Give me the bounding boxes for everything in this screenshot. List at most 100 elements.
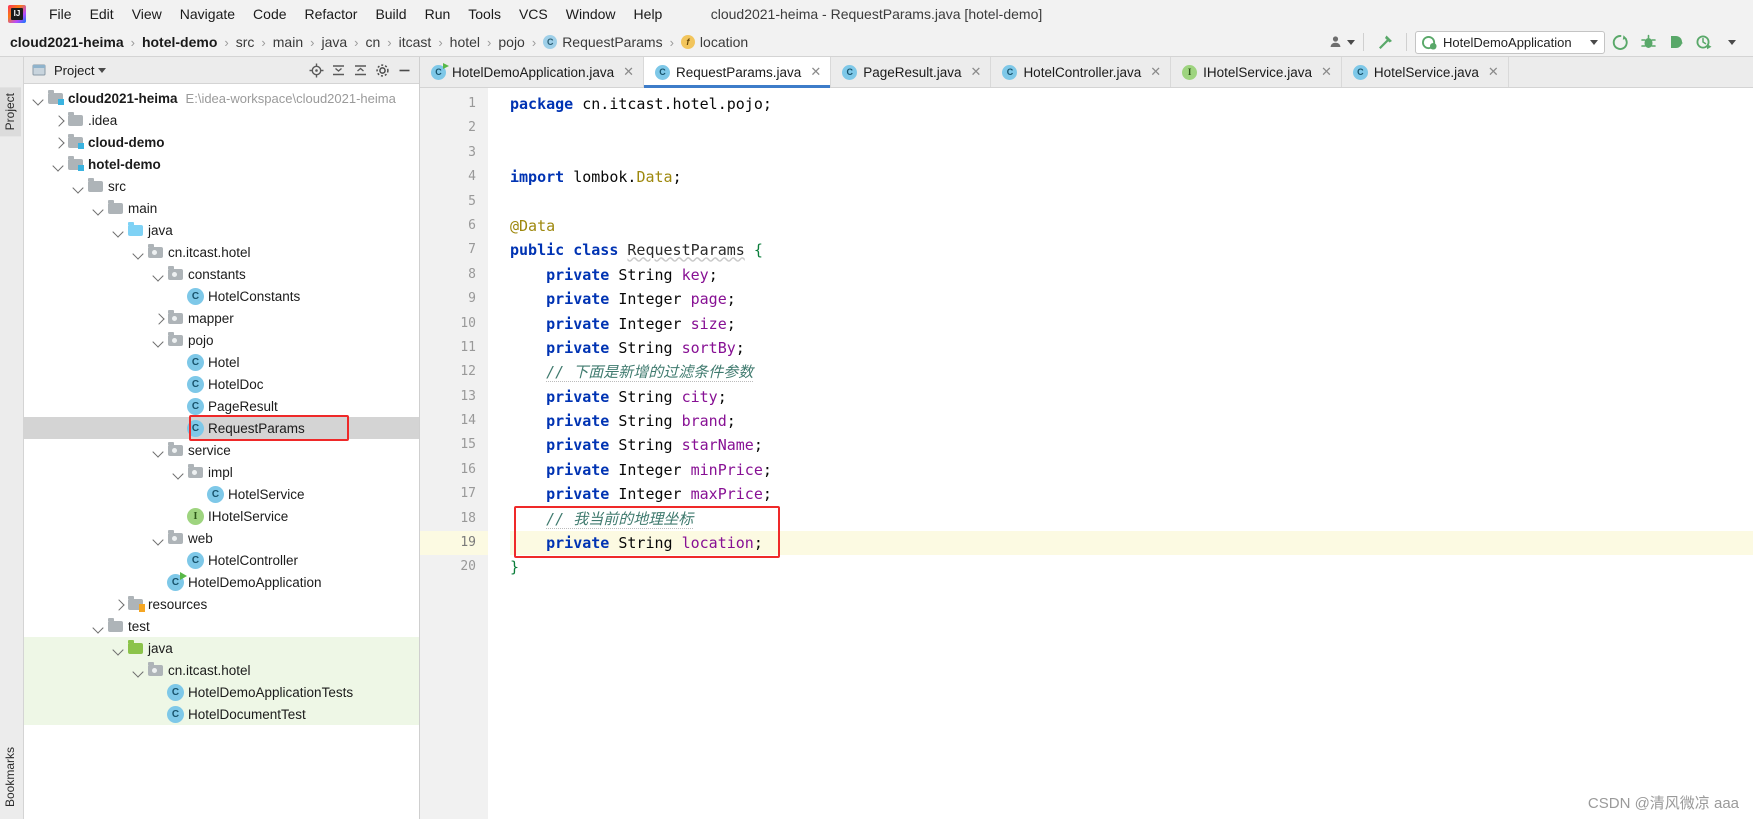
chevron-down-icon[interactable]	[132, 664, 145, 677]
menu-item-help[interactable]: Help	[625, 4, 672, 24]
run-with-coverage-icon[interactable]	[1663, 31, 1689, 53]
editor-tab-hoteldemoapplication-java[interactable]: C HotelDemoApplication.java ✕	[420, 57, 644, 87]
chevron-down-icon[interactable]	[152, 268, 165, 281]
code-line[interactable]: private Integer maxPrice;	[510, 482, 1753, 506]
close-icon[interactable]: ✕	[810, 64, 821, 80]
menu-item-file[interactable]: File	[40, 4, 81, 24]
code-line[interactable]: private String key;	[510, 263, 1753, 287]
settings-gear-icon[interactable]	[371, 60, 393, 80]
tree-item-hotel-demo[interactable]: hotel-demo	[24, 153, 419, 175]
close-icon[interactable]: ✕	[971, 64, 982, 80]
breadcrumb-item-location[interactable]: f location	[680, 34, 748, 50]
user-account-icon[interactable]	[1329, 31, 1355, 53]
breadcrumb-item-src[interactable]: src	[236, 34, 255, 50]
tree-item-hotel[interactable]: C Hotel	[24, 351, 419, 373]
tree-item-requestparams[interactable]: C RequestParams	[24, 417, 419, 439]
chevron-down-icon[interactable]	[92, 202, 105, 215]
tree-item-hoteldoc[interactable]: C HotelDoc	[24, 373, 419, 395]
menu-item-navigate[interactable]: Navigate	[171, 4, 244, 24]
menu-item-edit[interactable]: Edit	[81, 4, 123, 24]
menu-item-refactor[interactable]: Refactor	[296, 4, 367, 24]
tree-item--idea[interactable]: .idea	[24, 109, 419, 131]
collapse-all-icon[interactable]	[327, 60, 349, 80]
locate-target-icon[interactable]	[305, 60, 327, 80]
expand-all-icon[interactable]	[349, 60, 371, 80]
tool-tab-project[interactable]: Project	[0, 87, 21, 137]
chevron-down-icon[interactable]	[92, 620, 105, 633]
code-line[interactable]: private String sortBy;	[510, 336, 1753, 360]
project-tree[interactable]: cloud2021-heima E:\idea-workspace\cloud20…	[24, 84, 419, 819]
chevron-down-icon[interactable]	[112, 642, 125, 655]
editor-tab-hotelcontroller-java[interactable]: C HotelController.java ✕	[991, 57, 1172, 87]
chevron-right-icon[interactable]	[152, 312, 165, 325]
close-icon[interactable]: ✕	[1488, 64, 1499, 80]
breadcrumb-item-pojo[interactable]: pojo	[498, 34, 524, 50]
code-line[interactable]: private Integer minPrice;	[510, 458, 1753, 482]
tree-item-cloud2021-heima[interactable]: cloud2021-heima E:\idea-workspace\cloud20…	[24, 87, 419, 109]
tree-item-main[interactable]: main	[24, 197, 419, 219]
breadcrumb-item-cn[interactable]: cn	[366, 34, 381, 50]
chevron-down-icon[interactable]	[172, 466, 185, 479]
editor-tab-hotelservice-java[interactable]: C HotelService.java ✕	[1341, 57, 1509, 87]
tree-item-hotelcontroller[interactable]: C HotelController	[24, 549, 419, 571]
chevron-down-icon[interactable]	[152, 334, 165, 347]
code-editor[interactable]: 1 2 3 4 5 6 7 8 9 10 11 12 13 14 15 16 17 18 19 20 package …	[420, 88, 1753, 819]
tree-item-resources[interactable]: resources	[24, 593, 419, 615]
tree-item-cloud-demo[interactable]: cloud-demo	[24, 131, 419, 153]
breadcrumb-item-hotel[interactable]: hotel	[450, 34, 480, 50]
run-configuration-selector[interactable]: HotelDemoApplication	[1415, 30, 1605, 54]
tree-item-impl[interactable]: impl	[24, 461, 419, 483]
tree-item-hotelservice[interactable]: C HotelService	[24, 483, 419, 505]
code-line[interactable]	[510, 141, 1753, 165]
menu-item-tools[interactable]: Tools	[459, 4, 510, 24]
code-line[interactable]: @Data	[510, 214, 1753, 238]
run-icon[interactable]	[1607, 31, 1633, 53]
code-line[interactable]: package cn.itcast.hotel.pojo;	[510, 92, 1753, 116]
chevron-down-icon[interactable]	[32, 92, 45, 105]
tree-item-pageresult[interactable]: C PageResult	[24, 395, 419, 417]
tree-item-ihotelservice[interactable]: I IHotelService	[24, 505, 419, 527]
hide-minimize-icon[interactable]	[393, 60, 415, 80]
tree-item-web[interactable]: web	[24, 527, 419, 549]
tree-item-pojo[interactable]: pojo	[24, 329, 419, 351]
chevron-right-icon[interactable]	[52, 136, 65, 149]
menu-item-code[interactable]: Code	[244, 4, 295, 24]
hammer-build-icon[interactable]	[1372, 31, 1398, 53]
tree-item-java[interactable]: java	[24, 219, 419, 241]
code-line[interactable]: private String starName;	[510, 433, 1753, 457]
close-icon[interactable]: ✕	[623, 64, 634, 80]
menu-item-vcs[interactable]: VCS	[510, 4, 557, 24]
menu-item-view[interactable]: View	[123, 4, 171, 24]
code-content[interactable]: package cn.itcast.hotel.pojo; import lom…	[488, 88, 1753, 819]
editor-tab-requestparams-java[interactable]: C RequestParams.java ✕	[644, 57, 832, 88]
code-line[interactable]: import lombok.Data;	[510, 165, 1753, 189]
close-icon[interactable]: ✕	[1321, 64, 1332, 80]
editor-tab-ihotelservice-java[interactable]: I IHotelService.java ✕	[1171, 57, 1342, 87]
chevron-down-icon[interactable]	[72, 180, 85, 193]
menu-item-run[interactable]: Run	[416, 4, 460, 24]
tree-item-hotelconstants[interactable]: C HotelConstants	[24, 285, 419, 307]
breadcrumb-item-itcast[interactable]: itcast	[399, 34, 432, 50]
chevron-down-icon[interactable]	[132, 246, 145, 259]
breadcrumb-item-main[interactable]: main	[273, 34, 303, 50]
chevron-down-icon[interactable]	[152, 444, 165, 457]
code-line[interactable]: private Integer page;	[510, 287, 1753, 311]
code-line[interactable]: private String brand;	[510, 409, 1753, 433]
code-line[interactable]: }	[510, 555, 1753, 579]
tree-item-hoteldocumenttest[interactable]: C HotelDocumentTest	[24, 703, 419, 725]
debug-icon[interactable]	[1635, 31, 1661, 53]
code-line[interactable]	[510, 190, 1753, 214]
tree-item-java[interactable]: java	[24, 637, 419, 659]
tree-item-test[interactable]: test	[24, 615, 419, 637]
code-line[interactable]: private String location;	[510, 531, 1753, 556]
menu-item-window[interactable]: Window	[557, 4, 625, 24]
code-line[interactable]	[510, 116, 1753, 140]
profiler-icon[interactable]	[1691, 31, 1717, 53]
tree-item-src[interactable]: src	[24, 175, 419, 197]
breadcrumb-item-java[interactable]: java	[321, 34, 347, 50]
chevron-down-icon[interactable]	[52, 158, 65, 171]
tree-item-constants[interactable]: constants	[24, 263, 419, 285]
tree-item-mapper[interactable]: mapper	[24, 307, 419, 329]
breadcrumb-item-cloud2021-heima[interactable]: cloud2021-heima	[10, 34, 124, 50]
tree-item-hoteldemoapplicationtests[interactable]: C HotelDemoApplicationTests	[24, 681, 419, 703]
